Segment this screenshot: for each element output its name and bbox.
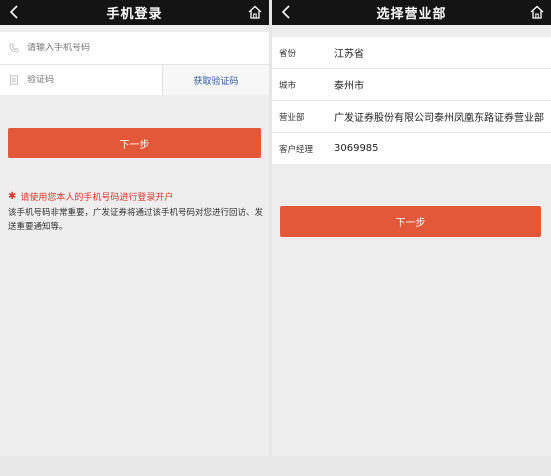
warning-text: ✱ 请使用您本人的手机号码进行登录开户	[8, 190, 173, 203]
bottom-bar	[0, 456, 551, 476]
branch-value: 广发证券股份有限公司泰州凤凰东路证券营业部	[334, 113, 544, 124]
get-code-button[interactable]: 获取验证码	[163, 65, 269, 95]
asterisk-icon: ✱	[8, 191, 17, 202]
province-row[interactable]: 省份 江苏省	[272, 37, 551, 69]
phone-icon	[9, 43, 19, 53]
province-label: 省份	[279, 48, 297, 59]
phone-field-row	[0, 32, 269, 65]
branch-label: 营业部	[279, 112, 305, 123]
navbar: 选择营业部	[272, 0, 551, 25]
notice-text: 该手机号码非常重要，广发证券将通过该手机号码对您进行回访、发送重要通知等。	[8, 208, 264, 232]
page-title: 选择营业部	[376, 7, 447, 22]
next-button[interactable]: 下一步	[8, 128, 261, 158]
chevron-left-icon[interactable]	[278, 3, 296, 21]
manager-row[interactable]: 客户经理 3069985	[272, 133, 551, 164]
code-field-row: 获取验证码	[0, 65, 269, 95]
branch-info-list: 省份 江苏省 城市 泰州市 营业部 广发证券股份有限公司泰州凤凰东路证券营业部 …	[272, 37, 551, 164]
phone-login-screen: 手机登录 获取验证码 下一步 ✱ 请使用您本人的手机号码进行登录开户 该手机号码…	[0, 0, 269, 476]
province-value: 江苏省	[334, 49, 364, 60]
manager-label: 客户经理	[279, 144, 314, 155]
warning-label: 请使用您本人的手机号码进行登录开户	[20, 193, 174, 203]
navbar: 手机登录	[0, 0, 269, 25]
page-title: 手机登录	[106, 7, 163, 22]
select-branch-screen: 选择营业部 省份 江苏省 城市 泰州市 营业部 广发证券股份有限公司泰州凤凰东路…	[272, 0, 551, 476]
home-icon[interactable]	[247, 4, 263, 20]
city-row[interactable]: 城市 泰州市	[272, 69, 551, 101]
manager-value: 3069985	[334, 143, 379, 154]
home-icon[interactable]	[529, 4, 545, 20]
document-icon	[10, 75, 18, 85]
phone-input[interactable]	[27, 43, 147, 53]
next-button[interactable]: 下一步	[280, 206, 541, 237]
code-input[interactable]	[27, 75, 147, 85]
city-label: 城市	[279, 80, 297, 91]
branch-row[interactable]: 营业部 广发证券股份有限公司泰州凤凰东路证券营业部	[272, 101, 551, 133]
city-value: 泰州市	[334, 81, 364, 92]
chevron-left-icon[interactable]	[6, 3, 24, 21]
